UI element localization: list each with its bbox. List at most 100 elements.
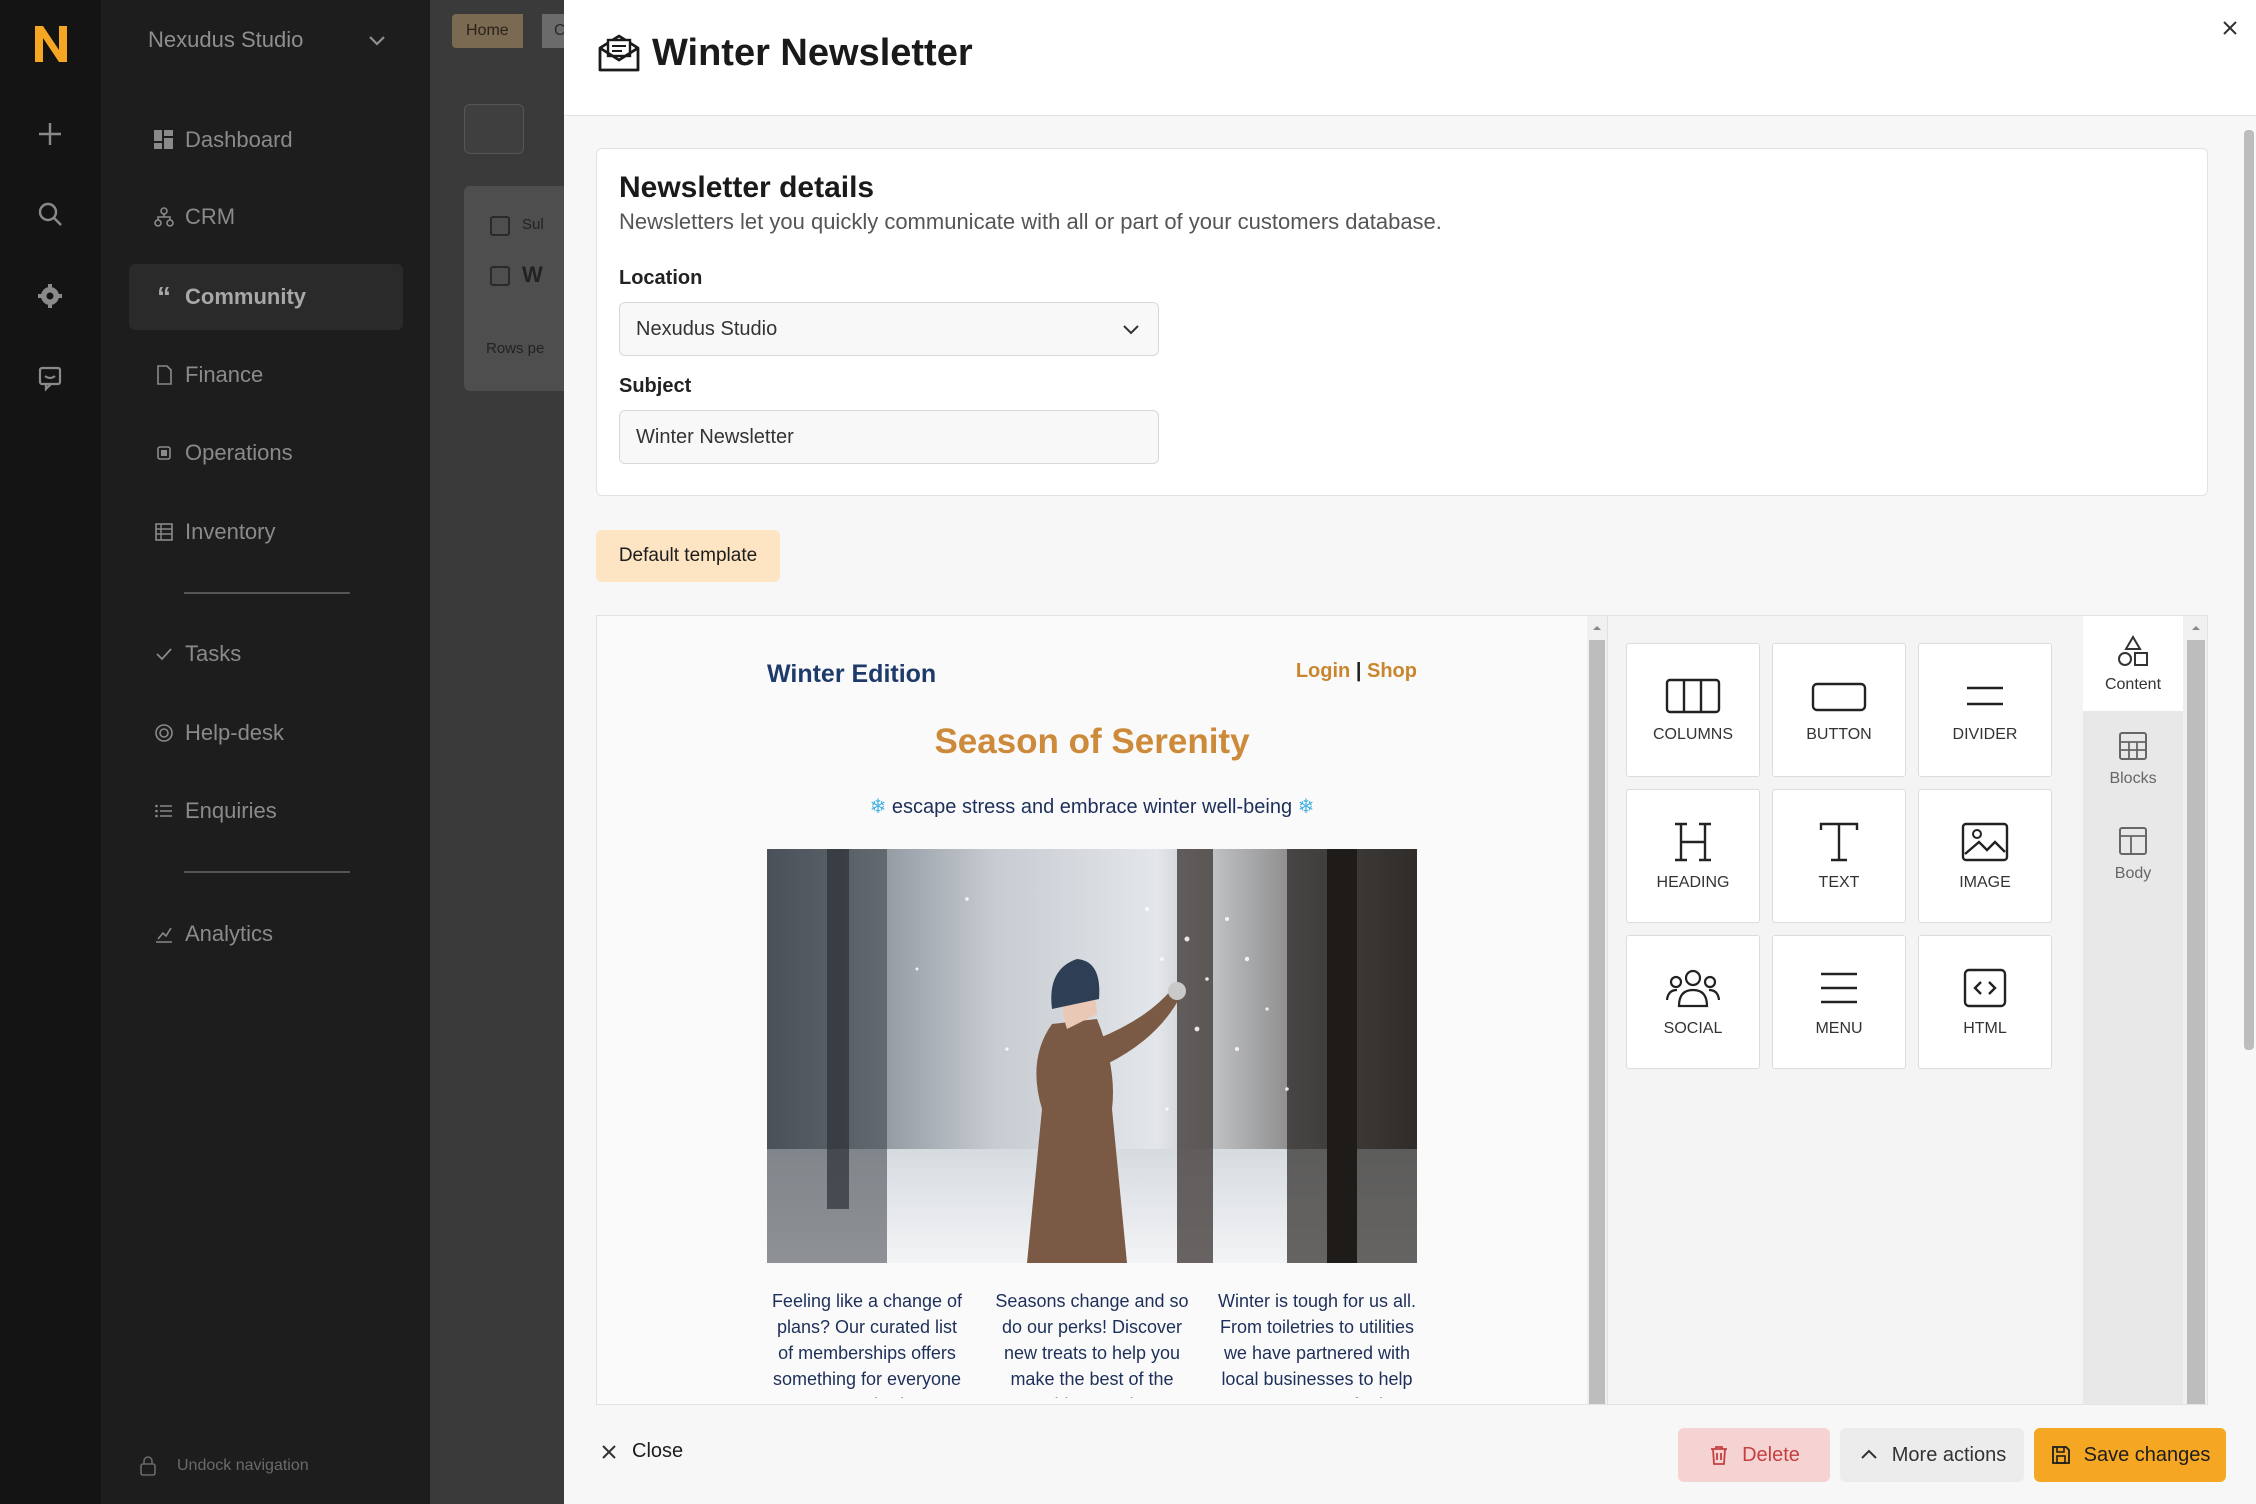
- add-icon[interactable]: [34, 118, 66, 150]
- icon-rail: [0, 0, 101, 1504]
- delete-label: Delete: [1742, 1443, 1800, 1466]
- nexudus-logo-icon[interactable]: [33, 24, 69, 64]
- crm-hierarchy-icon: [153, 206, 175, 228]
- workspace-name: Nexudus Studio: [148, 27, 304, 52]
- tool-menu[interactable]: MENU: [1772, 935, 1906, 1069]
- finance-document-icon: [153, 364, 175, 386]
- canvas-scrollbar[interactable]: [1587, 616, 1607, 1404]
- tool-columns[interactable]: COLUMNS: [1626, 643, 1760, 777]
- sidebar-item-finance[interactable]: Finance: [129, 342, 403, 408]
- email-canvas[interactable]: Winter Edition Login | Shop Season of Se…: [597, 616, 1587, 1404]
- sidebar-item-analytics[interactable]: Analytics: [129, 901, 403, 967]
- tool-image[interactable]: IMAGE: [1918, 789, 2052, 923]
- tool-label: TEXT: [1818, 874, 1860, 891]
- heading-icon: [1675, 822, 1711, 862]
- sidebar-item-tasks[interactable]: Tasks: [129, 621, 403, 687]
- lock-icon: [140, 1456, 156, 1476]
- row-text: W: [522, 262, 543, 287]
- close-icon[interactable]: [2218, 16, 2242, 40]
- sidebar-item-crm[interactable]: CRM: [129, 184, 403, 250]
- image-icon: [1961, 822, 2009, 862]
- login-link[interactable]: Login: [1296, 660, 1350, 682]
- close-icon: [602, 1444, 616, 1459]
- tab-body[interactable]: Body: [2083, 806, 2183, 901]
- chevron-up-icon: [1861, 1449, 1877, 1459]
- list-icon: [153, 800, 175, 822]
- email-subline[interactable]: ❄ escape stress and embrace winter well-…: [767, 794, 1417, 819]
- tool-label: IMAGE: [1959, 874, 2011, 891]
- text-icon: [1819, 822, 1859, 862]
- tab-blocks[interactable]: Blocks: [2083, 711, 2183, 806]
- search-icon[interactable]: [34, 198, 66, 230]
- sidebar-item-inventory[interactable]: Inventory: [129, 499, 403, 565]
- divider-icon: [1967, 686, 2003, 706]
- filter-button: [464, 104, 524, 154]
- background-page: Home C Sul W Rows pe: [430, 0, 565, 1504]
- email-column-text[interactable]: Seasons change and so do our perks! Disc…: [992, 1288, 1192, 1398]
- menu-icon: [1821, 972, 1857, 1004]
- email-headline[interactable]: Season of Serenity: [767, 722, 1417, 762]
- scroll-thumb[interactable]: [1589, 640, 1605, 1404]
- tool-divider[interactable]: DIVIDER: [1918, 643, 2052, 777]
- tool-social[interactable]: SOCIAL: [1626, 935, 1760, 1069]
- sidebar-item-community[interactable]: “ Community: [129, 264, 403, 330]
- scroll-thumb[interactable]: [2187, 640, 2205, 1404]
- email-header-links: Login | Shop: [1296, 660, 1417, 683]
- columns-icon: [1665, 678, 1721, 714]
- scroll-thumb[interactable]: [2244, 130, 2254, 1050]
- tool-heading[interactable]: HEADING: [1626, 789, 1760, 923]
- tool-button[interactable]: BUTTON: [1772, 643, 1906, 777]
- tab-label: Blocks: [2109, 769, 2157, 787]
- divider: [184, 592, 350, 594]
- tab-label: Body: [2114, 864, 2152, 882]
- close-button[interactable]: Close: [600, 1440, 683, 1463]
- shapes-icon: [2118, 634, 2148, 666]
- winter-hero-image[interactable]: [767, 849, 1417, 1263]
- chevron-down-icon: [369, 36, 385, 46]
- more-actions-button[interactable]: More actions: [1840, 1428, 2024, 1482]
- shop-link[interactable]: Shop: [1367, 660, 1417, 682]
- workspace-switcher[interactable]: Nexudus Studio: [148, 24, 388, 56]
- tool-label: HTML: [1963, 1020, 2007, 1037]
- feedback-icon[interactable]: [34, 362, 66, 394]
- email-column-text[interactable]: Winter is tough for us all. From toiletr…: [1217, 1288, 1417, 1398]
- tools-scrollbar[interactable]: [2183, 616, 2208, 1404]
- body-icon: [2119, 826, 2147, 855]
- sidebar-item-operations[interactable]: Operations: [129, 420, 403, 486]
- delete-button[interactable]: Delete: [1678, 1428, 1830, 1482]
- sidebar-item-enquiries[interactable]: Enquiries: [129, 778, 403, 844]
- settings-gear-icon[interactable]: [34, 280, 66, 312]
- sidebar-item-dashboard[interactable]: Dashboard: [129, 107, 403, 173]
- sidebar-item-label: Help-desk: [185, 720, 285, 745]
- tool-html[interactable]: HTML: [1918, 935, 2052, 1069]
- tool-label: MENU: [1815, 1020, 1863, 1037]
- app-root: Nexudus Studio Dashboard CRM “ Community…: [0, 0, 2256, 1504]
- save-changes-button[interactable]: Save changes: [2034, 1428, 2226, 1482]
- scroll-up-arrow-icon[interactable]: [1587, 618, 1607, 638]
- sidebar-item-label: Operations: [185, 440, 293, 465]
- table-card: Sul W Rows pe: [464, 186, 565, 391]
- tool-text[interactable]: TEXT: [1772, 789, 1906, 923]
- social-icon: [1665, 969, 1721, 1008]
- sidebar-item-label: Community: [185, 284, 306, 309]
- modal-scrollbar[interactable]: [2242, 120, 2256, 1410]
- breadcrumb-home: Home: [452, 14, 523, 48]
- subject-input[interactable]: Winter Newsletter: [619, 410, 1159, 464]
- email-brand[interactable]: Winter Edition: [767, 660, 936, 689]
- default-template-button[interactable]: Default template: [596, 530, 780, 582]
- tool-label: SOCIAL: [1663, 1020, 1723, 1037]
- tab-label: Content: [2104, 675, 2162, 693]
- undock-navigation[interactable]: Undock navigation: [139, 1456, 309, 1476]
- newsletter-envelope-icon: [598, 34, 640, 72]
- inventory-list-icon: [153, 521, 175, 543]
- divider: [184, 871, 350, 873]
- tab-content[interactable]: Content: [2083, 616, 2183, 711]
- location-select[interactable]: Nexudus Studio: [619, 302, 1159, 356]
- modal-header: Winter Newsletter: [564, 0, 2256, 116]
- newsletter-modal: Winter Newsletter Newsletter details New…: [564, 0, 2256, 1504]
- email-column-text[interactable]: Feeling like a change of plans? Our cura…: [767, 1288, 967, 1398]
- scroll-up-arrow-icon[interactable]: [2183, 618, 2208, 638]
- email-editor: Winter Edition Login | Shop Season of Se…: [596, 615, 2208, 1405]
- sidebar-item-help-desk[interactable]: Help-desk: [129, 700, 403, 766]
- breadcrumb-next: C: [542, 14, 565, 48]
